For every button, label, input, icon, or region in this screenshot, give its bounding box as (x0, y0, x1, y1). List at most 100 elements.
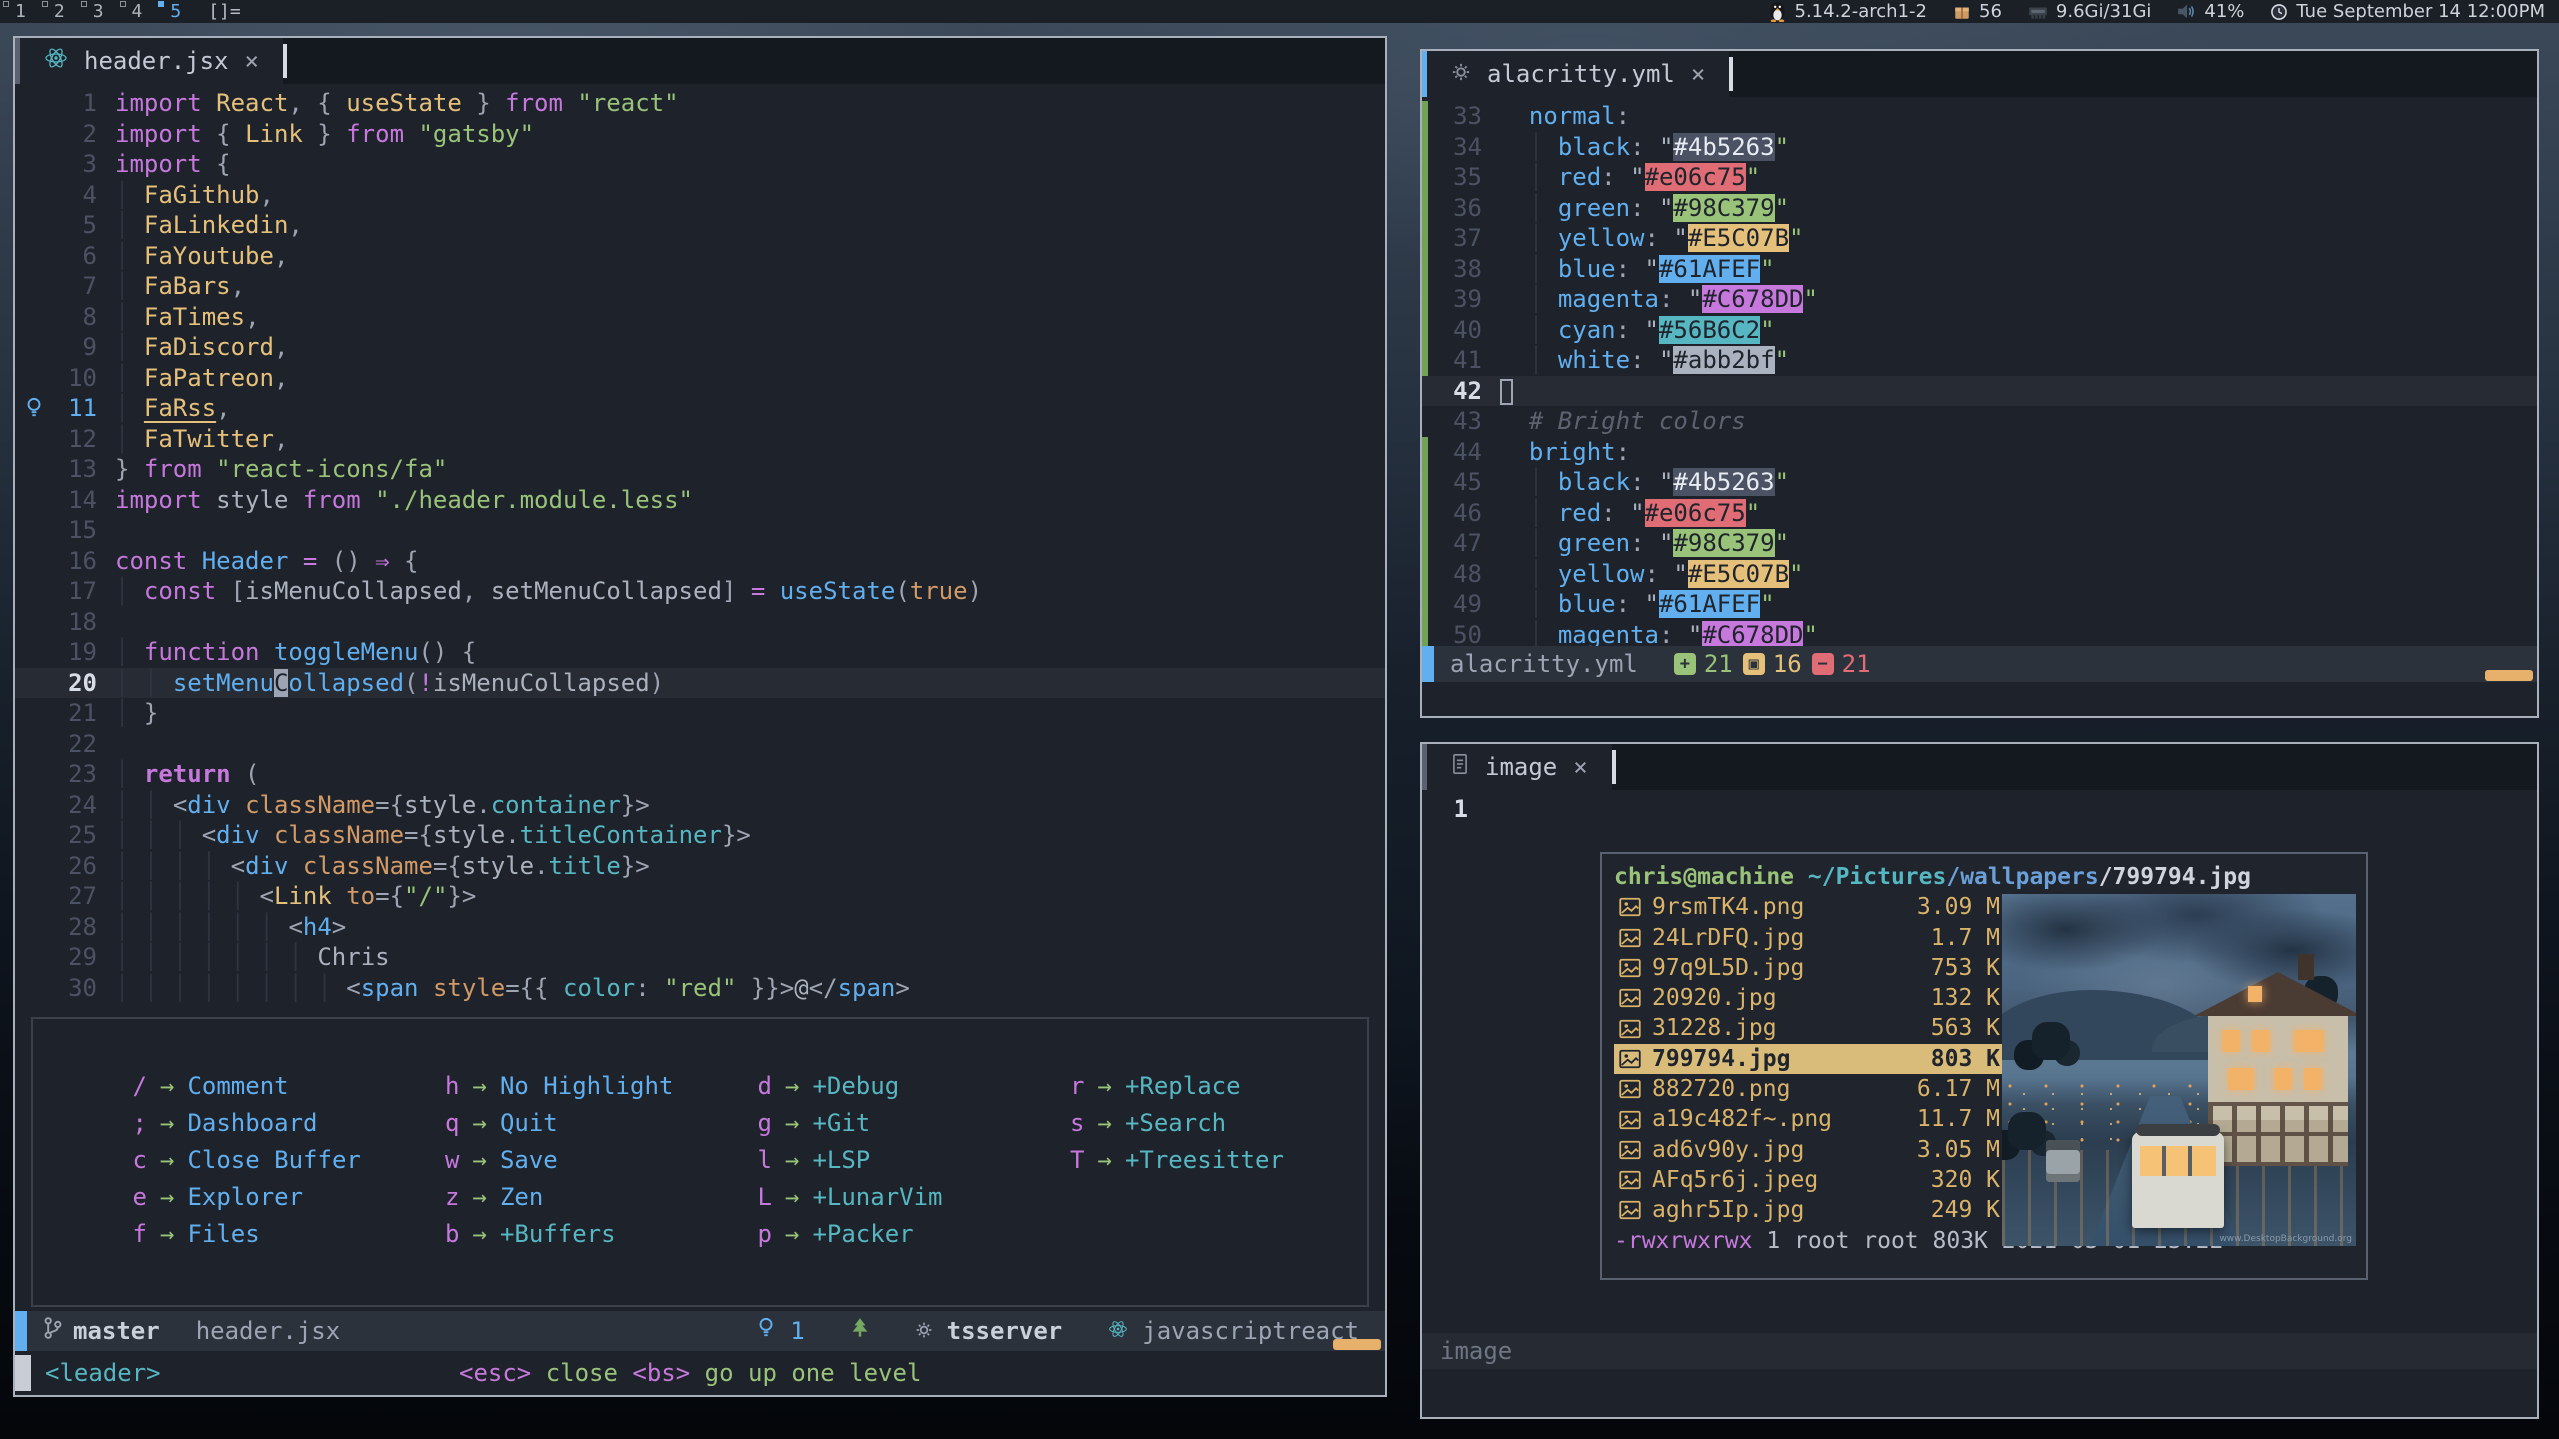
code-buffer[interactable]: 33 normal:34 │ black: "#4b5263"35 │ red:… (1422, 97, 2537, 646)
code-line[interactable]: 35 │ red: "#e06c75" (1422, 162, 2537, 193)
code-line[interactable]: 36 │ green: "#98C379" (1422, 193, 2537, 224)
file-row[interactable]: 24LrDFQ.jpg1.7 M (1614, 923, 2010, 953)
close-icon[interactable]: × (1573, 753, 1587, 781)
workspace-5[interactable]: 5 (155, 0, 194, 23)
code-line[interactable]: 42 (1422, 376, 2537, 407)
code-line[interactable]: 9│ FaDiscord, (15, 332, 1385, 363)
code-line[interactable]: 40 │ cyan: "#56B6C2" (1422, 315, 2537, 346)
which-key-item-b[interactable]: b→+Buffers (430, 1215, 743, 1252)
tab-header-jsx[interactable]: header.jsx × (20, 38, 283, 84)
which-key-item-e[interactable]: e→Explorer (117, 1178, 430, 1215)
code-line[interactable]: 21│ } (15, 698, 1385, 729)
code-line[interactable]: 34 │ black: "#4b5263" (1422, 132, 2537, 163)
code-line[interactable]: 44 bright: (1422, 437, 2537, 468)
code-line[interactable]: 19│ function toggleMenu() { (15, 637, 1385, 668)
which-key-item-L[interactable]: L→+LunarVim (742, 1178, 1055, 1215)
code-line[interactable]: 49 │ blue: "#61AFEF" (1422, 589, 2537, 620)
code-line[interactable]: 12│ FaTwitter, (15, 424, 1385, 455)
code-line[interactable]: 38 │ blue: "#61AFEF" (1422, 254, 2537, 285)
which-key-item-;[interactable]: ;→Dashboard (117, 1104, 430, 1141)
code-line[interactable]: 48 │ yellow: "#E5C07B" (1422, 559, 2537, 590)
buffer-area[interactable]: 1 chris@machine ~/Pictures/wallpapers/79… (1422, 790, 2537, 1333)
code-line[interactable]: 43 # Bright colors (1422, 406, 2537, 437)
code-line[interactable]: 1import React, { useState } from "react" (15, 88, 1385, 119)
file-row[interactable]: AFq5r6j.jpeg320 K (1614, 1165, 2010, 1195)
code-line[interactable]: 10│ FaPatreon, (15, 363, 1385, 394)
code-line[interactable]: 7│ FaBars, (15, 271, 1385, 302)
code-line[interactable]: 37 │ yellow: "#E5C07B" (1422, 223, 2537, 254)
code-line[interactable]: 45 │ black: "#4b5263" (1422, 467, 2537, 498)
code-line[interactable]: 46 │ red: "#e06c75" (1422, 498, 2537, 529)
file-row[interactable]: ad6v90y.jpg3.05 M (1614, 1135, 2010, 1165)
code-line[interactable]: 13} from "react-icons/fa" (15, 454, 1385, 485)
which-key-item-q[interactable]: q→Quit (430, 1104, 743, 1141)
tab-image[interactable]: image × (1427, 744, 1612, 790)
file-row[interactable]: aghr5Ip.jpg249 K (1614, 1195, 2010, 1225)
speaker-icon (2177, 3, 2196, 20)
code-line[interactable]: 24│ │ <div className={style.container}> (15, 790, 1385, 821)
code-line[interactable]: 6│ FaYoutube, (15, 241, 1385, 272)
code-line[interactable]: 28│ │ │ │ │ │ <h4> (15, 912, 1385, 943)
code-line[interactable]: 41 │ white: "#abb2bf" (1422, 345, 2537, 376)
file-row[interactable]: a19c482f~.png11.7 M (1614, 1104, 2010, 1134)
code-line[interactable]: 33 normal: (1422, 101, 2537, 132)
file-row[interactable]: 20920.jpg132 K (1614, 983, 2010, 1013)
file-row[interactable]: 882720.png6.17 M (1614, 1074, 2010, 1104)
code-line[interactable]: 14import style from "./header.module.les… (15, 485, 1385, 516)
which-key-item-w[interactable]: w→Save (430, 1141, 743, 1178)
which-key-item-h[interactable]: h→No Highlight (430, 1067, 743, 1104)
which-key-item-f[interactable]: f→Files (117, 1215, 430, 1252)
which-key-item-c[interactable]: c→Close Buffer (117, 1141, 430, 1178)
code-line[interactable]: 18 (15, 607, 1385, 638)
code-line[interactable]: 3import { (15, 149, 1385, 180)
close-icon[interactable]: × (1691, 60, 1705, 88)
which-key-item-l[interactable]: l→+LSP (742, 1141, 1055, 1178)
git-change-bar (1422, 589, 1428, 620)
diagnostic-count[interactable]: 1 (790, 1317, 804, 1345)
code-line[interactable]: 30│ │ │ │ │ │ │ │ <span style={{ color: … (15, 973, 1385, 1004)
workspace-4[interactable]: 4 (117, 0, 156, 23)
file-row[interactable]: 9rsmTK4.png3.09 M (1614, 892, 2010, 922)
command-line[interactable]: <leader> <esc> close <bs> go up one leve… (15, 1351, 1385, 1395)
arrow-icon: → (147, 1220, 187, 1248)
code-line[interactable]: 4│ FaGithub, (15, 180, 1385, 211)
which-key-item-z[interactable]: z→Zen (430, 1178, 743, 1215)
workspace-3[interactable]: 3 (78, 0, 117, 23)
workspace-2[interactable]: 2 (39, 0, 78, 23)
code-line[interactable]: 50 │ magenta: "#C678DD" (1422, 620, 2537, 647)
which-key-item-s[interactable]: s→+Search (1055, 1104, 1368, 1141)
code-line[interactable]: 11│ FaRss, (15, 393, 1385, 424)
which-key-item-r[interactable]: r→+Replace (1055, 1067, 1368, 1104)
code-line[interactable]: 8│ FaTimes, (15, 302, 1385, 333)
which-key-item-d[interactable]: d→+Debug (742, 1067, 1055, 1104)
code-line[interactable]: 22 (15, 729, 1385, 760)
code-line[interactable]: 39 │ magenta: "#C678DD" (1422, 284, 2537, 315)
lsp-server-name: tsserver (947, 1317, 1063, 1345)
code-line[interactable]: 5│ FaLinkedin, (15, 210, 1385, 241)
which-key-item-p[interactable]: p→+Packer (742, 1215, 1055, 1252)
layout-indicator[interactable]: []= (208, 1, 241, 22)
code-line[interactable]: 47 │ green: "#98C379" (1422, 528, 2537, 559)
code-line[interactable]: 20│ │ setMenuCollapsed(!isMenuCollapsed) (15, 668, 1385, 699)
git-branch-name[interactable]: master (73, 1317, 160, 1345)
code-line[interactable]: 17│ const [isMenuCollapsed, setMenuColla… (15, 576, 1385, 607)
code-line[interactable]: 25│ │ │ <div className={style.titleConta… (15, 820, 1385, 851)
workspace-1[interactable]: 1 (0, 0, 39, 23)
code-text: │ FaBars, (115, 271, 245, 302)
which-key-item-/[interactable]: /→Comment (117, 1067, 430, 1104)
code-line[interactable]: 1 (1422, 794, 2537, 825)
file-row[interactable]: 97q9L5D.jpg753 K (1614, 953, 2010, 983)
code-line[interactable]: 15 (15, 515, 1385, 546)
code-line[interactable]: 23│ return ( (15, 759, 1385, 790)
tab-alacritty-yml[interactable]: alacritty.yml × (1427, 51, 1729, 97)
file-row[interactable]: 799794.jpg803 K (1614, 1044, 2010, 1074)
code-line[interactable]: 27│ │ │ │ │ <Link to={"/"}> (15, 881, 1385, 912)
code-line[interactable]: 26│ │ │ │ <div className={style.title}> (15, 851, 1385, 882)
code-line[interactable]: 16const Header = () ⇒ { (15, 546, 1385, 577)
close-icon[interactable]: × (245, 47, 259, 75)
which-key-item-g[interactable]: g→+Git (742, 1104, 1055, 1141)
file-row[interactable]: 31228.jpg563 K (1614, 1013, 2010, 1043)
code-line[interactable]: 29│ │ │ │ │ │ │ Chris (15, 942, 1385, 973)
code-line[interactable]: 2import { Link } from "gatsby" (15, 119, 1385, 150)
which-key-item-T[interactable]: T→+Treesitter (1055, 1141, 1368, 1178)
